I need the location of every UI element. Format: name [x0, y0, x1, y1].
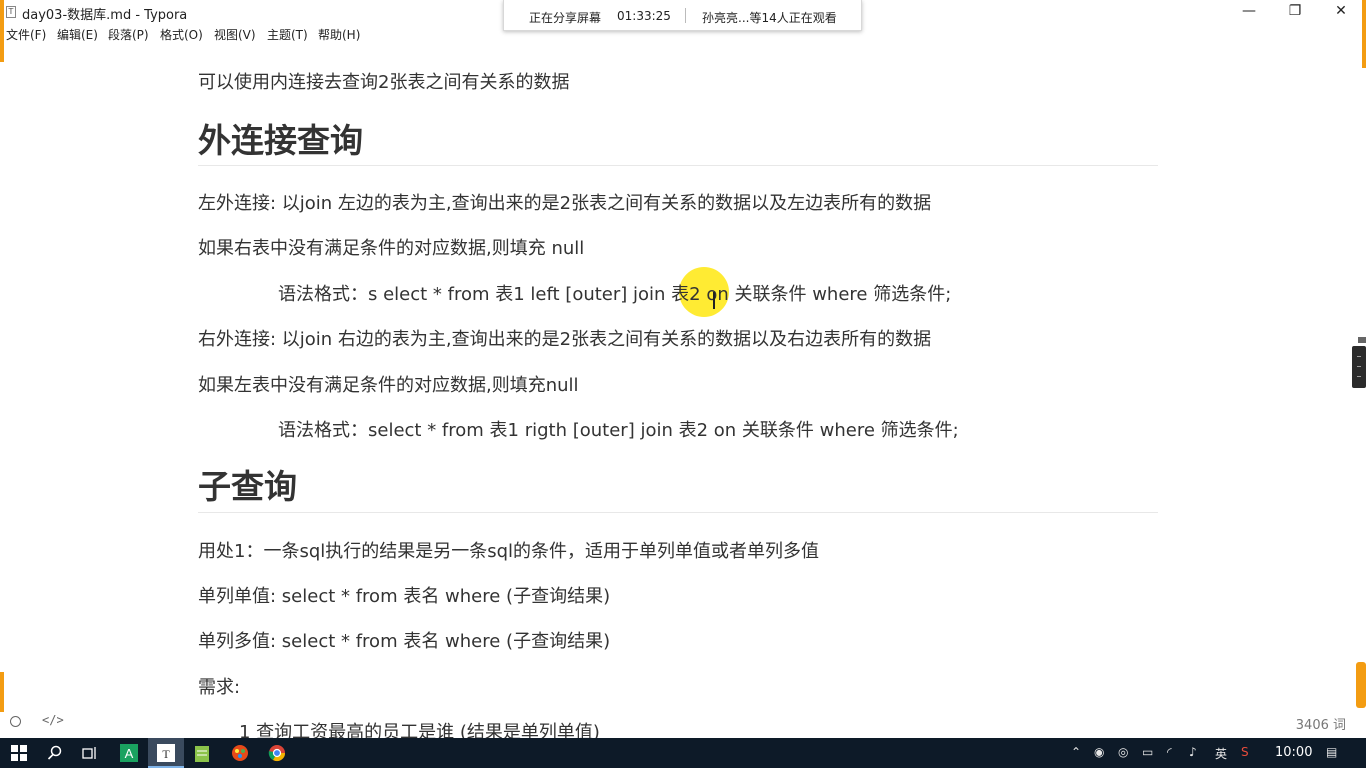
- editor-content[interactable]: 可以使用内连接去查询2张表之间有关系的数据 外连接查询 左外连接: 以join …: [0, 44, 1366, 738]
- windows-start-icon[interactable]: [8, 742, 30, 764]
- chrome-icon[interactable]: [266, 742, 288, 764]
- typora-app-icon: T: [6, 6, 16, 18]
- svg-text:T: T: [162, 747, 170, 761]
- paragraph-inner-join[interactable]: 可以使用内连接去查询2张表之间有关系的数据: [198, 68, 569, 94]
- menu-format[interactable]: 格式(O): [160, 26, 203, 43]
- paragraph-left-null[interactable]: 如果右表中没有满足条件的对应数据,则填充 null: [198, 234, 584, 260]
- search-icon[interactable]: [44, 742, 66, 764]
- recording-corner: [0, 672, 4, 712]
- paragraph-right-join[interactable]: 右外连接: 以join 右边的表为主,查询出来的是2张表之间有关系的数据以及右边…: [198, 325, 931, 351]
- maximize-button[interactable]: ❐: [1272, 0, 1318, 24]
- heading-subquery[interactable]: 子查询: [198, 460, 297, 508]
- heading-outer-join[interactable]: 外连接查询: [198, 114, 363, 162]
- paragraph-right-null[interactable]: 如果左表中没有满足条件的对应数据,则填充null: [198, 371, 579, 397]
- window-title: day03-数据库.md - Typora: [22, 8, 188, 23]
- menu-help[interactable]: 帮助(H): [318, 26, 360, 43]
- scrollbar-thumb[interactable]: [1352, 346, 1366, 388]
- app-a-icon[interactable]: A: [118, 742, 140, 764]
- outline-toggle-icon[interactable]: [10, 716, 21, 727]
- wifi-icon[interactable]: ◜: [1167, 745, 1172, 759]
- clock[interactable]: 10:00: [1275, 745, 1312, 760]
- menu-file[interactable]: 文件(F): [6, 26, 46, 43]
- status-bar: </> 3406 词: [0, 712, 1366, 738]
- paragraph-multi-value[interactable]: 单列多值: select * from 表名 where (子查询结果): [198, 627, 610, 653]
- share-divider: [685, 8, 686, 23]
- share-timer: 01:33:25: [617, 9, 671, 23]
- paragraph-left-syntax[interactable]: 语法格式：s elect * from 表1 left [outer] join…: [278, 280, 951, 306]
- heading-divider: [198, 165, 1158, 166]
- share-status: 正在分享屏幕: [529, 11, 602, 25]
- menu-theme[interactable]: 主题(T): [267, 26, 308, 43]
- paragraph-subquery-use[interactable]: 用处1：一条sql执行的结果是另一条sql的条件，适用于单列单值或者单列多值: [198, 537, 819, 563]
- recording-corner: [1356, 662, 1366, 708]
- source-code-toggle-icon[interactable]: </>: [42, 713, 64, 727]
- heading-divider: [198, 512, 1158, 513]
- notification-icon[interactable]: ▤: [1326, 745, 1337, 759]
- close-button[interactable]: ✕: [1318, 0, 1364, 24]
- share-viewers[interactable]: 孙亮亮...等14人正在观看: [702, 9, 837, 26]
- menu-paragraph[interactable]: 段落(P): [108, 26, 149, 43]
- menu-view[interactable]: 视图(V): [214, 26, 256, 43]
- notepad-icon[interactable]: [191, 742, 213, 764]
- windows-taskbar: A T ⌃ ◉ ◎ ▭ ◜ ♪ 英 S 10:00 ▤: [0, 738, 1366, 768]
- paragraph-right-syntax[interactable]: 语法格式：select * from 表1 rigth [outer] join…: [278, 416, 959, 442]
- task-view-icon[interactable]: [79, 742, 101, 764]
- scrollbar-marker: [1358, 337, 1366, 343]
- svg-text:A: A: [125, 746, 134, 761]
- battery-icon[interactable]: ▭: [1142, 745, 1153, 759]
- paragraph-single-value[interactable]: 单列单值: select * from 表名 where (子查询结果): [198, 582, 610, 608]
- volume-icon[interactable]: ♪: [1189, 745, 1197, 759]
- paragraph-requirement[interactable]: 需求:: [198, 673, 240, 699]
- text-cursor-icon: [713, 292, 715, 309]
- recording-corner: [0, 0, 4, 62]
- ime-icon[interactable]: S: [1241, 745, 1249, 759]
- tray-network-icon[interactable]: ◉: [1094, 745, 1104, 759]
- input-language[interactable]: 英: [1215, 745, 1227, 762]
- paint-icon[interactable]: [229, 742, 251, 764]
- tray-expand-icon[interactable]: ⌃: [1071, 745, 1081, 759]
- menu-edit[interactable]: 编辑(E): [57, 26, 98, 43]
- recording-corner: [1362, 0, 1366, 68]
- paragraph-left-join[interactable]: 左外连接: 以join 左边的表为主,查询出来的是2张表之间有关系的数据以及左边…: [198, 189, 931, 215]
- typora-icon[interactable]: T: [155, 742, 177, 764]
- tray-security-icon[interactable]: ◎: [1118, 745, 1128, 759]
- word-count[interactable]: 3406 词: [1296, 714, 1346, 733]
- minimize-button[interactable]: —: [1226, 0, 1272, 24]
- screen-share-banner[interactable]: 正在分享屏幕 01:33:25 孙亮亮...等14人正在观看: [503, 0, 862, 31]
